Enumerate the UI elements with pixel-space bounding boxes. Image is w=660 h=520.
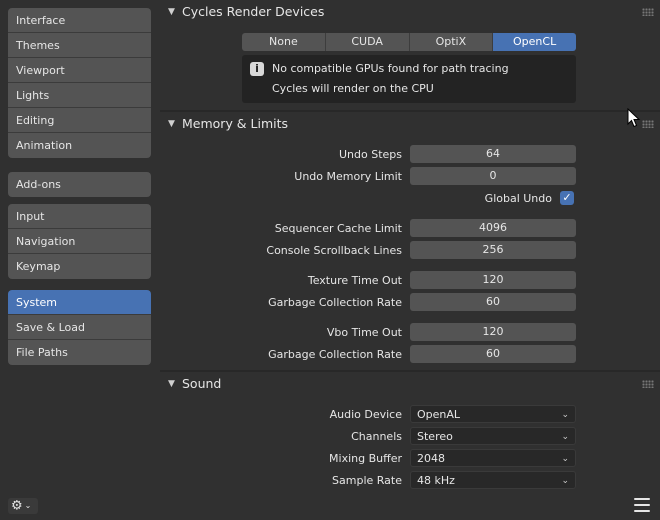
chevron-down-icon: ⌄ (561, 476, 569, 486)
mouse-pointer-icon (627, 108, 641, 128)
memory-panel-title: Memory & Limits (182, 116, 289, 131)
undo-memory-limit-label: Undo Memory Limit (294, 170, 402, 183)
preferences-main-area: ▼ Cycles Render Devices None CUDA OptiX … (160, 0, 660, 492)
preferences-sidebar: Interface Themes Viewport Lights Editing… (0, 0, 160, 492)
sidebar-group-system: System Save & Load File Paths (8, 290, 151, 365)
vbo-gc-rate-field[interactable]: 60 (410, 345, 576, 363)
vbo-gc-rate-label: Garbage Collection Rate (268, 348, 402, 361)
gear-icon: ⚙ (11, 498, 23, 514)
texture-gc-rate-field[interactable]: 60 (410, 293, 576, 311)
sidebar-item-keymap[interactable]: Keymap (8, 254, 151, 279)
undo-steps-field[interactable]: 64 (410, 145, 576, 163)
channels-label: Channels (351, 430, 402, 443)
texture-time-out-label: Texture Time Out (307, 274, 402, 287)
chevron-down-icon: ⌄ (24, 501, 32, 510)
sequencer-cache-limit-label: Sequencer Cache Limit (274, 222, 402, 235)
sidebar-item-themes[interactable]: Themes (8, 33, 151, 58)
cycles-panel-title: Cycles Render Devices (182, 4, 325, 19)
mixing-buffer-dropdown[interactable]: 2048 ⌄ (410, 449, 576, 467)
device-selector: None CUDA OptiX OpenCL (242, 33, 576, 51)
console-scrollback-lines-label: Console Scrollback Lines (266, 244, 402, 257)
channels-value: Stereo (417, 430, 453, 443)
sidebar-item-system[interactable]: System (8, 290, 151, 315)
global-undo-checkbox[interactable]: ✓ (560, 191, 574, 205)
sidebar-item-animation[interactable]: Animation (8, 133, 151, 158)
sidebar-item-lights[interactable]: Lights (8, 83, 151, 108)
sidebar-group-addons: Add-ons (8, 172, 151, 197)
vbo-time-out-label: Vbo Time Out (326, 326, 402, 339)
undo-steps-label: Undo Steps (338, 148, 402, 161)
cycles-panel-header[interactable]: ▼ Cycles Render Devices (160, 0, 660, 24)
global-undo-label: Global Undo (484, 192, 552, 205)
collapse-triangle-icon: ▼ (168, 119, 175, 129)
sound-panel-header[interactable]: ▼ Sound (160, 372, 660, 396)
sidebar-item-file-paths[interactable]: File Paths (8, 340, 151, 365)
sidebar-item-interface[interactable]: Interface (8, 8, 151, 33)
device-none-button[interactable]: None (242, 33, 326, 51)
sidebar-item-navigation[interactable]: Navigation (8, 229, 151, 254)
texture-time-out-field[interactable]: 120 (410, 271, 576, 289)
memory-panel-header[interactable]: ▼ Memory & Limits (160, 112, 660, 136)
sidebar-item-input[interactable]: Input (8, 204, 151, 229)
hamburger-menu-icon[interactable] (634, 498, 650, 512)
sequencer-cache-limit-field[interactable]: 4096 (410, 219, 576, 237)
sidebar-item-editing[interactable]: Editing (8, 108, 151, 133)
channels-dropdown[interactable]: Stereo ⌄ (410, 427, 576, 445)
undo-memory-limit-field[interactable]: 0 (410, 167, 576, 185)
sample-rate-dropdown[interactable]: 48 kHz ⌄ (410, 471, 576, 489)
info-message-line: Cycles will render on the CPU (272, 82, 434, 95)
sidebar-item-addons[interactable]: Add-ons (8, 172, 151, 197)
sample-rate-value: 48 kHz (417, 474, 455, 487)
chevron-down-icon: ⌄ (561, 454, 569, 464)
sidebar-item-viewport[interactable]: Viewport (8, 58, 151, 83)
texture-gc-rate-label: Garbage Collection Rate (268, 296, 402, 309)
drag-grip-icon[interactable] (642, 380, 654, 388)
device-opencl-button[interactable]: OpenCL (493, 33, 576, 51)
collapse-triangle-icon: ▼ (168, 7, 175, 17)
sidebar-item-save-load[interactable]: Save & Load (8, 315, 151, 340)
sidebar-group-display: Interface Themes Viewport Lights Editing… (8, 8, 151, 158)
audio-device-value: OpenAL (417, 408, 461, 421)
audio-device-label: Audio Device (329, 408, 402, 421)
sample-rate-label: Sample Rate (332, 474, 402, 487)
chevron-down-icon: ⌄ (561, 410, 569, 420)
info-icon: i (250, 62, 264, 76)
mixing-buffer-label: Mixing Buffer (329, 452, 402, 465)
chevron-down-icon: ⌄ (561, 432, 569, 442)
drag-grip-icon[interactable] (642, 8, 654, 16)
audio-device-dropdown[interactable]: OpenAL ⌄ (410, 405, 576, 423)
sound-panel-title: Sound (182, 376, 222, 391)
device-optix-button[interactable]: OptiX (409, 33, 494, 51)
console-scrollback-lines-field[interactable]: 256 (410, 241, 576, 259)
mixing-buffer-value: 2048 (417, 452, 445, 465)
bottom-bar: ⚙ ⌄ (0, 492, 660, 520)
collapse-triangle-icon: ▼ (168, 379, 175, 389)
drag-grip-icon[interactable] (642, 120, 654, 128)
vbo-time-out-field[interactable]: 120 (410, 323, 576, 341)
info-message-line: No compatible GPUs found for path tracin… (272, 62, 509, 75)
sidebar-group-input: Input Navigation Keymap (8, 204, 151, 279)
device-info-box: i No compatible GPUs found for path trac… (242, 55, 576, 103)
device-cuda-button[interactable]: CUDA (325, 33, 410, 51)
preferences-menu-button[interactable]: ⚙ ⌄ (8, 498, 38, 514)
